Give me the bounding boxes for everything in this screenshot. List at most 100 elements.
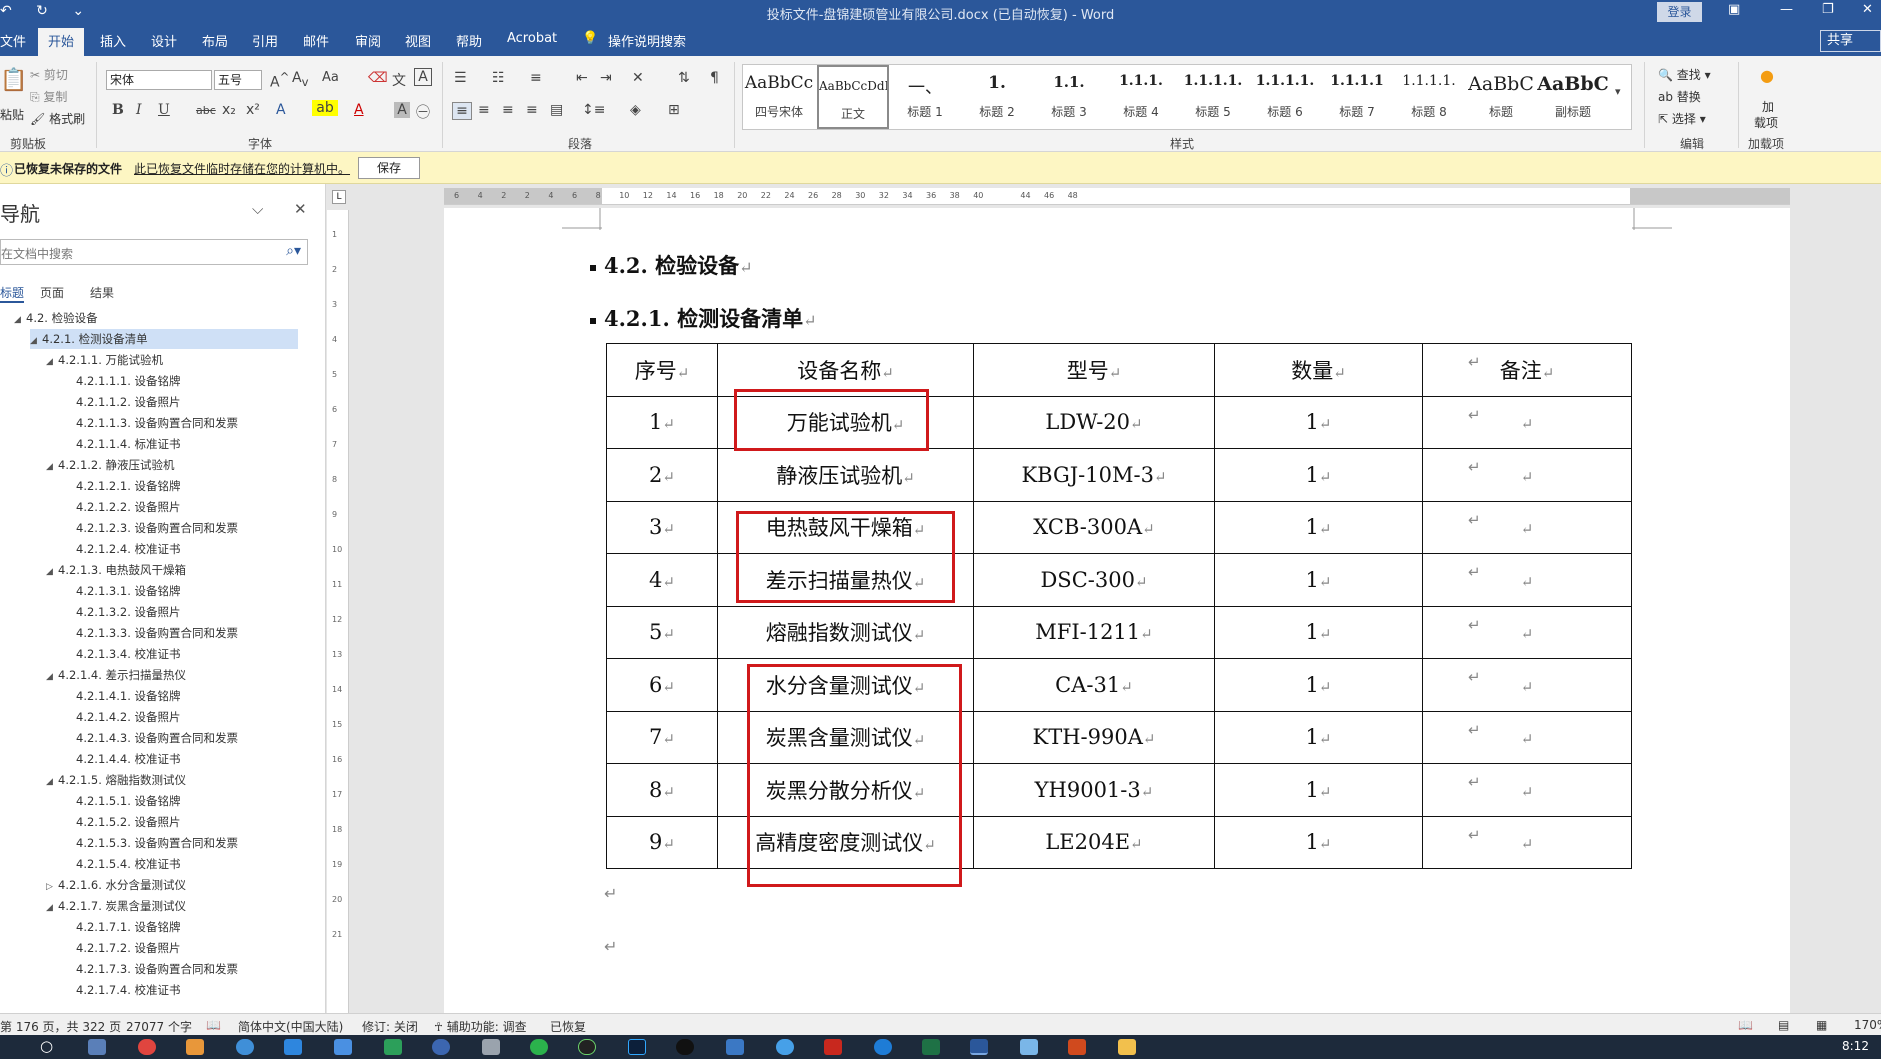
word-icon[interactable] bbox=[970, 1039, 988, 1055]
excel-icon[interactable] bbox=[922, 1039, 940, 1055]
accessibility-status[interactable]: ☥ 辅助功能: 调查 bbox=[434, 1018, 527, 1035]
table-cell[interactable]: KBGJ-10M-3↵ bbox=[973, 448, 1215, 502]
language[interactable]: 简体中文(中国大陆) bbox=[238, 1018, 343, 1035]
style-item[interactable]: 1.1.1.1. 标题 5 bbox=[1177, 65, 1249, 129]
app-icon[interactable] bbox=[482, 1039, 500, 1055]
nav-heading-item[interactable]: 4.2.1.5.3. 设备购置合同和发票 bbox=[64, 833, 238, 853]
copy-button[interactable]: ⎘ 复制 bbox=[30, 88, 67, 105]
table-cell[interactable]: DSC-300↵ bbox=[973, 553, 1215, 607]
word-count[interactable]: 27077 个字 bbox=[126, 1018, 192, 1035]
table-cell[interactable]: 8↵ bbox=[606, 763, 718, 817]
table-cell[interactable]: ↵ bbox=[1422, 500, 1632, 554]
borders-icon[interactable]: ⊞ bbox=[668, 102, 680, 118]
style-item[interactable]: AaBbC 标题 bbox=[1465, 65, 1537, 129]
select-button[interactable]: ⇱ 选择 ▾ bbox=[1658, 110, 1706, 127]
nav-heading-item[interactable]: 4.2.1.5.2. 设备照片 bbox=[64, 812, 181, 832]
table-header-cell[interactable]: 序号↵ bbox=[606, 343, 718, 397]
nav-heading-item[interactable]: 4.2.1.3.4. 校准证书 bbox=[64, 644, 181, 664]
tab-layout[interactable]: 布局 bbox=[202, 31, 228, 50]
file-explorer-icon[interactable] bbox=[1118, 1039, 1136, 1055]
style-item[interactable]: AaBbCc 四号宋体 bbox=[743, 65, 815, 129]
nav-heading-item[interactable]: ◢ 4.2.1.2. 静液压试验机 bbox=[46, 455, 175, 475]
show-marks-icon[interactable]: ¶ bbox=[710, 70, 719, 86]
tab-selector[interactable]: L bbox=[332, 190, 346, 204]
web-layout-icon[interactable]: ▦ bbox=[1816, 1018, 1827, 1032]
style-item[interactable]: 1.1. 标题 3 bbox=[1033, 65, 1105, 129]
nav-heading-item[interactable]: 4.2.1.2.3. 设备购置合同和发票 bbox=[64, 518, 238, 538]
nav-heading-item[interactable]: ◢ 4.2.1.5. 熔融指数测试仪 bbox=[46, 770, 186, 790]
italic-icon[interactable]: I bbox=[136, 102, 142, 118]
app-icon[interactable] bbox=[384, 1039, 402, 1055]
nav-heading-item[interactable]: 4.2.1.1.3. 设备购置合同和发票 bbox=[64, 413, 238, 433]
clear-format-icon[interactable]: ⌫ bbox=[368, 70, 388, 86]
table-cell[interactable]: 4↵ bbox=[606, 553, 718, 607]
tab-references[interactable]: 引用 bbox=[252, 31, 278, 50]
table-cell[interactable]: 5↵ bbox=[606, 605, 718, 659]
table-cell[interactable]: ↵ bbox=[1422, 763, 1632, 817]
table-cell[interactable]: 7↵ bbox=[606, 710, 718, 764]
table-cell[interactable]: ↵ bbox=[1422, 658, 1632, 712]
tab-results[interactable]: 结果 bbox=[90, 284, 114, 301]
subscript-icon[interactable]: x₂ bbox=[222, 102, 236, 118]
font-color-icon[interactable]: A bbox=[354, 102, 364, 118]
nav-heading-item[interactable]: ◢ 4.2. 检验设备 bbox=[14, 308, 98, 328]
table-cell[interactable]: 1↵ bbox=[1214, 763, 1423, 817]
increase-indent-icon[interactable]: ⇥ bbox=[600, 70, 612, 86]
acrobat-icon[interactable] bbox=[824, 1039, 842, 1055]
table-cell[interactable]: ↵ bbox=[1422, 710, 1632, 764]
nav-heading-item[interactable]: 4.2.1.3.3. 设备购置合同和发票 bbox=[64, 623, 238, 643]
superscript-icon[interactable]: x² bbox=[246, 102, 260, 118]
sort-icon[interactable]: ⇅ bbox=[678, 70, 690, 86]
char-border-icon[interactable]: A bbox=[414, 68, 432, 86]
app-icon[interactable] bbox=[776, 1039, 794, 1055]
table-cell[interactable]: XCB-300A↵ bbox=[973, 500, 1215, 554]
tab-view[interactable]: 视图 bbox=[405, 31, 431, 50]
style-item[interactable]: 1.1.1. 标题 4 bbox=[1105, 65, 1177, 129]
recovery-message[interactable]: 此已恢复文件临时存储在您的计算机中。 bbox=[134, 160, 350, 177]
search-icon[interactable]: ⌕▾ bbox=[286, 243, 301, 259]
nav-heading-item[interactable]: 4.2.1.7.4. 校准证书 bbox=[64, 980, 181, 1000]
page-count[interactable]: 第 176 页，共 322 页 bbox=[0, 1018, 121, 1035]
nav-heading-item[interactable]: 4.2.1.2.2. 设备照片 bbox=[64, 497, 181, 517]
table-cell[interactable]: 1↵ bbox=[1214, 605, 1423, 659]
tab-pages[interactable]: 页面 bbox=[40, 284, 64, 301]
nav-heading-item[interactable]: ◢ 4.2.1.3. 电热鼓风干燥箱 bbox=[46, 560, 186, 580]
expand-toggle-icon[interactable]: ◢ bbox=[46, 772, 58, 792]
nav-heading-item[interactable]: 4.2.1.4.4. 校准证书 bbox=[64, 749, 181, 769]
nav-heading-item[interactable]: ◢ 4.2.1. 检测设备清单 bbox=[30, 329, 298, 349]
ribbon-display-icon[interactable]: ▣ bbox=[1728, 2, 1740, 17]
distribute-icon[interactable]: ▤ bbox=[550, 102, 563, 118]
app-icon[interactable] bbox=[284, 1039, 302, 1055]
table-cell[interactable]: ↵ bbox=[1422, 815, 1632, 869]
save-button[interactable]: 保存 bbox=[358, 157, 420, 179]
expand-toggle-icon[interactable]: ◢ bbox=[46, 457, 58, 477]
justify-icon[interactable]: ≡ bbox=[526, 102, 538, 118]
nav-heading-item[interactable]: 4.2.1.7.3. 设备购置合同和发票 bbox=[64, 959, 238, 979]
styles-more-icon[interactable]: ▾ bbox=[1615, 85, 1621, 98]
expand-toggle-icon[interactable]: ◢ bbox=[46, 667, 58, 687]
nav-heading-item[interactable]: ◢ 4.2.1.4. 差示扫描量热仪 bbox=[46, 665, 186, 685]
nav-heading-item[interactable]: ◢ 4.2.1.1. 万能试验机 bbox=[46, 350, 163, 370]
print-layout-icon[interactable]: ▤ bbox=[1778, 1018, 1789, 1032]
addins-label-2[interactable]: 载项 bbox=[1754, 114, 1778, 131]
zoom-level[interactable]: 170% bbox=[1854, 1018, 1881, 1032]
tab-file[interactable]: 文件 bbox=[0, 31, 26, 50]
text-effects-icon[interactable]: A bbox=[276, 102, 286, 118]
table-cell[interactable]: 1↵ bbox=[1214, 395, 1423, 449]
char-shading-icon[interactable]: A bbox=[394, 102, 410, 118]
underline-icon[interactable]: U bbox=[158, 102, 170, 118]
table-header-cell[interactable]: 备注↵ bbox=[1422, 343, 1632, 397]
nav-heading-item[interactable]: 4.2.1.4.3. 设备购置合同和发票 bbox=[64, 728, 238, 748]
decrease-indent-icon[interactable]: ⇤ bbox=[576, 70, 588, 86]
table-cell[interactable]: 1↵ bbox=[1214, 500, 1423, 554]
expand-toggle-icon[interactable]: ◢ bbox=[30, 331, 42, 351]
nav-heading-item[interactable]: 4.2.1.7.1. 设备铭牌 bbox=[64, 917, 181, 937]
paste-label[interactable]: 粘贴 bbox=[0, 106, 24, 123]
table-cell[interactable]: KTH-990A↵ bbox=[973, 710, 1215, 764]
tell-me-search[interactable]: 操作说明搜索 bbox=[608, 31, 686, 50]
chrome-icon[interactable] bbox=[138, 1039, 156, 1055]
app-icon[interactable] bbox=[1068, 1039, 1086, 1055]
qq-icon[interactable] bbox=[676, 1039, 694, 1055]
nav-heading-item[interactable]: ◢ 4.2.1.7. 炭黑含量测试仪 bbox=[46, 896, 186, 916]
expand-toggle-icon[interactable]: ◢ bbox=[46, 562, 58, 582]
